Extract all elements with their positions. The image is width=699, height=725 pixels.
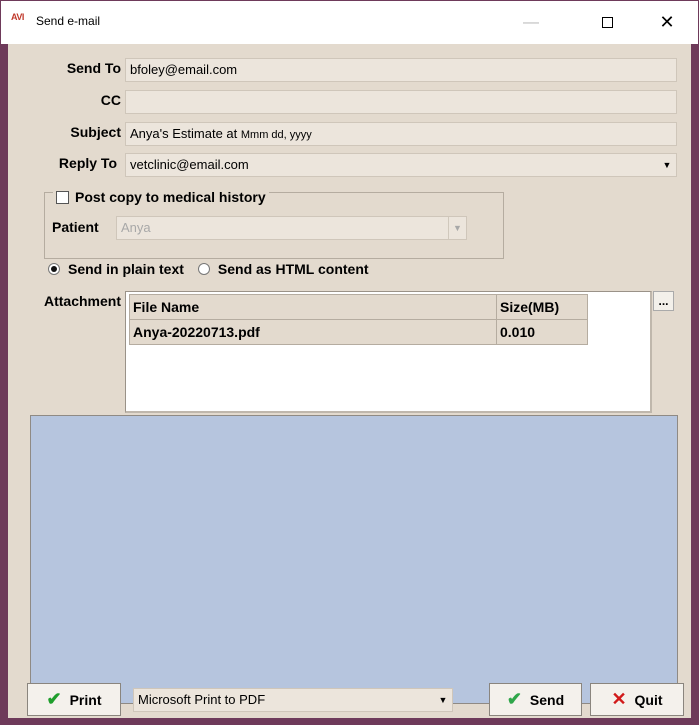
post-copy-checkbox[interactable]: Post copy to medical history — [53, 189, 269, 205]
column-header-size[interactable]: Size(MB) — [496, 294, 588, 320]
printer-dropdown[interactable]: Microsoft Print to PDF ▼ — [133, 688, 453, 712]
close-icon: ✕ — [611, 689, 627, 709]
maximize-button[interactable] — [584, 1, 630, 44]
quit-button[interactable]: ✕ Quit — [590, 683, 684, 716]
html-radio[interactable] — [197, 263, 210, 275]
app-logo-icon: AVI — [11, 13, 27, 29]
cc-field[interactable] — [125, 90, 677, 114]
browse-attachment-button[interactable]: ... — [653, 291, 674, 311]
send-to-value: bfoley@email.com — [130, 62, 238, 77]
post-copy-label: Post copy to medical history — [75, 189, 266, 205]
reply-to-value: vetclinic@email.com — [130, 157, 249, 172]
minimize-icon: — — [523, 13, 539, 31]
send-button[interactable]: ✔ Send — [489, 683, 582, 716]
close-icon: ✕ — [659, 12, 675, 32]
cc-label: CC — [100, 92, 121, 108]
attachment-size: 0.010 — [496, 319, 588, 345]
send-to-label: Send To — [66, 60, 121, 76]
subject-field[interactable]: Anya's Estimate at Mmm dd, yyyy — [125, 122, 677, 146]
patient-value: Anya — [121, 220, 151, 235]
chevron-down-icon: ▼ — [448, 217, 466, 239]
attachment-table: File Name Size(MB) Anya-20220713.pdf 0.0… — [129, 294, 588, 345]
chevron-down-icon: ▼ — [658, 154, 676, 176]
html-label: Send as HTML content — [217, 261, 369, 277]
ellipsis-icon: ... — [658, 294, 669, 308]
column-header-file-name[interactable]: File Name — [129, 294, 497, 320]
app-logo-text: AVI — [11, 12, 24, 22]
subject-label: Subject — [70, 124, 121, 140]
attachment-file-name: Anya-20220713.pdf — [129, 319, 497, 345]
quit-label: Quit — [634, 691, 663, 708]
radio-selected-icon — [51, 266, 57, 272]
check-icon: ✔ — [506, 689, 522, 709]
checkbox-unchecked-icon — [56, 190, 69, 204]
send-label: Send — [529, 691, 565, 708]
subject-value: Anya's Estimate at — [130, 126, 238, 141]
message-body-editor[interactable] — [30, 415, 678, 704]
plain-text-label: Send in plain text — [68, 261, 184, 277]
minimize-button[interactable]: — — [508, 1, 554, 44]
patient-label: Patient — [52, 219, 99, 235]
maximize-icon — [601, 17, 613, 28]
title-bar[interactable]: AVI Send e-mail — ✕ — [1, 1, 698, 44]
check-icon: ✔ — [46, 689, 62, 709]
format-radio-group: Send in plain text Send as HTML content — [48, 261, 369, 277]
print-button[interactable]: ✔ Print — [27, 683, 121, 716]
send-to-field[interactable]: bfoley@email.com — [125, 58, 677, 82]
window-title: Send e-mail — [36, 14, 101, 28]
attachment-label: Attachment — [43, 293, 121, 309]
send-email-window: AVI Send e-mail — ✕ Send To bfoley@email… — [0, 0, 699, 725]
patient-dropdown[interactable]: Anya ▼ — [116, 216, 467, 240]
printer-value: Microsoft Print to PDF — [138, 692, 266, 707]
attachment-list[interactable]: File Name Size(MB) Anya-20220713.pdf 0.0… — [125, 291, 652, 413]
table-row[interactable]: Anya-20220713.pdf 0.010 — [129, 319, 588, 345]
plain-text-radio[interactable] — [48, 263, 60, 275]
reply-to-dropdown[interactable]: vetclinic@email.com ▼ — [125, 153, 677, 177]
close-button[interactable]: ✕ — [644, 1, 690, 44]
print-label: Print — [69, 691, 102, 708]
chevron-down-icon: ▼ — [434, 689, 452, 711]
dialog-body: Send To bfoley@email.com CC Subject Anya… — [8, 44, 691, 718]
reply-to-label: Reply To — [58, 155, 117, 171]
subject-date-placeholder: Mmm dd, yyyy — [240, 129, 312, 141]
